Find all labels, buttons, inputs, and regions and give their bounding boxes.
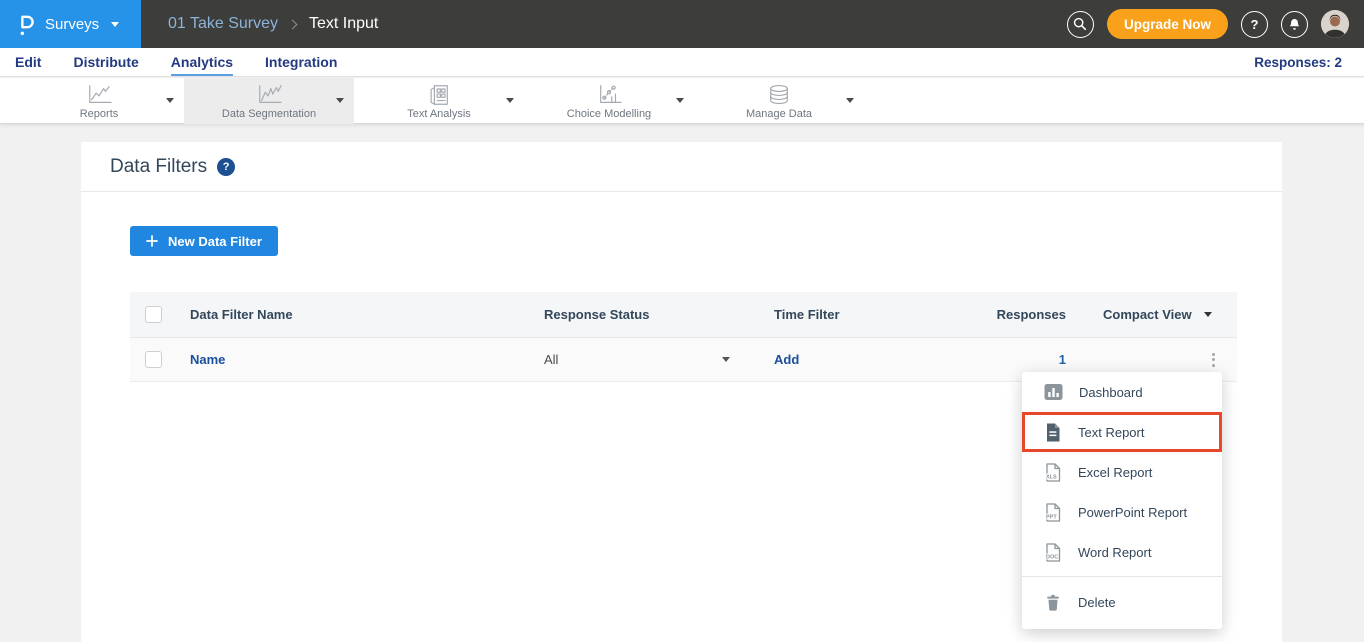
column-header-response-status: Response Status [536, 307, 766, 322]
filter-name-link[interactable]: Name [190, 352, 225, 367]
column-header-name: Data Filter Name [190, 307, 536, 322]
trash-icon [1044, 593, 1062, 612]
response-status-value: All [544, 352, 558, 367]
row-actions-kebab-icon[interactable] [1066, 353, 1237, 367]
row-responses-count[interactable]: 1 [1059, 352, 1066, 367]
reports-dropdown-caret-icon[interactable] [166, 98, 174, 103]
toolbar-item-label: Text Analysis [407, 108, 471, 120]
column-header-time-filter: Time Filter [766, 307, 966, 322]
menu-item-text-report[interactable]: Text Report [1022, 412, 1222, 452]
chevron-down-icon [111, 22, 119, 27]
ppt-file-icon: PPT [1044, 503, 1062, 522]
menu-item-label: Excel Report [1078, 465, 1152, 480]
line-chart-icon [82, 83, 116, 107]
file-type-badge: PPT [1046, 514, 1057, 520]
data-segmentation-dropdown-caret-icon[interactable] [336, 98, 344, 103]
toolbar-item-data-segmentation[interactable]: Data Segmentation [184, 78, 354, 124]
notifications-button[interactable] [1281, 11, 1308, 38]
time-filter-add-link[interactable]: Add [774, 352, 799, 367]
survey-nav-tabs: Edit Distribute Analytics Integration Re… [0, 48, 1364, 77]
manage-data-dropdown-caret-icon[interactable] [846, 98, 854, 103]
app-window: Surveys 01 Take Survey Text Input Upgrad… [0, 0, 1364, 642]
tab-edit[interactable]: Edit [15, 48, 41, 76]
table-header-row: Data Filter Name Response Status Time Fi… [130, 292, 1237, 338]
bell-icon [1287, 17, 1302, 32]
text-analysis-icon [422, 83, 456, 107]
xls-file-icon: XLS [1044, 463, 1062, 482]
response-status-dropdown[interactable]: All [536, 352, 766, 367]
plus-icon [146, 235, 158, 247]
menu-item-label: Text Report [1078, 425, 1144, 440]
menu-item-powerpoint-report[interactable]: PPT PowerPoint Report [1022, 492, 1222, 532]
help-button[interactable]: ? [1241, 11, 1268, 38]
text-report-icon [1044, 423, 1062, 442]
file-type-badge: DOC [1046, 554, 1058, 560]
new-data-filter-label: New Data Filter [168, 234, 262, 249]
menu-item-delete[interactable]: Delete [1022, 577, 1222, 627]
toolbar-item-choice-modelling[interactable]: Choice Modelling [524, 78, 694, 124]
user-avatar[interactable] [1321, 10, 1349, 38]
breadcrumb-survey-link[interactable]: 01 Take Survey [168, 15, 278, 33]
menu-item-label: PowerPoint Report [1078, 505, 1187, 520]
toolbar-item-label: Reports [80, 108, 119, 120]
header-checkbox-cell [130, 306, 190, 323]
chevron-down-icon [1204, 312, 1212, 317]
choice-modelling-icon [592, 83, 626, 107]
upgrade-now-button[interactable]: Upgrade Now [1107, 9, 1228, 39]
product-name: Surveys [45, 16, 99, 33]
doc-file-icon: DOC [1044, 543, 1062, 562]
compact-view-label: Compact View [1103, 307, 1192, 322]
breadcrumb: 01 Take Survey Text Input [168, 15, 378, 33]
menu-item-word-report[interactable]: DOC Word Report [1022, 532, 1222, 572]
row-checkbox[interactable] [145, 351, 162, 368]
choice-modelling-dropdown-caret-icon[interactable] [676, 98, 684, 103]
database-icon [762, 83, 796, 107]
text-analysis-dropdown-caret-icon[interactable] [506, 98, 514, 103]
toolbar-item-reports[interactable]: Reports [14, 78, 184, 124]
menu-item-label: Word Report [1078, 545, 1151, 560]
new-data-filter-button[interactable]: New Data Filter [130, 226, 278, 256]
top-bar: Surveys 01 Take Survey Text Input Upgrad… [0, 0, 1364, 48]
questionpro-logo-icon [16, 11, 36, 38]
data-filters-help-icon[interactable]: ? [217, 158, 235, 176]
compact-view-selector[interactable]: Compact View [1066, 307, 1237, 322]
toolbar-item-label: Manage Data [746, 108, 812, 120]
menu-item-dashboard[interactable]: Dashboard [1022, 372, 1222, 412]
column-header-responses: Responses [966, 307, 1066, 322]
toolbar-item-text-analysis[interactable]: Text Analysis [354, 78, 524, 124]
responses-count: Responses: 2 [1254, 48, 1342, 76]
dashboard-icon [1044, 383, 1063, 401]
segmentation-chart-icon [252, 83, 286, 107]
search-button[interactable] [1067, 11, 1094, 38]
search-icon [1072, 16, 1088, 32]
menu-item-excel-report[interactable]: XLS Excel Report [1022, 452, 1222, 492]
chevron-right-icon [288, 19, 298, 29]
menu-item-label: Dashboard [1079, 385, 1143, 400]
avatar-photo [1321, 10, 1349, 38]
topbar-actions: Upgrade Now ? [1067, 9, 1364, 39]
toolbar-item-label: Choice Modelling [567, 108, 651, 120]
row-actions-menu: Dashboard Text Report XLS Excel Report [1022, 372, 1222, 629]
chevron-down-icon [722, 357, 730, 362]
page-title: Data Filters [110, 156, 207, 178]
tab-analytics[interactable]: Analytics [171, 48, 233, 76]
menu-item-label: Delete [1078, 595, 1116, 610]
file-type-badge: XLS [1046, 474, 1057, 480]
select-all-checkbox[interactable] [145, 306, 162, 323]
analytics-toolbar: Reports Data Segmentation Text Analysis [0, 78, 1364, 124]
tab-integration[interactable]: Integration [265, 48, 337, 76]
data-filters-table: Data Filter Name Response Status Time Fi… [130, 292, 1237, 382]
toolbar-item-manage-data[interactable]: Manage Data [694, 78, 864, 124]
question-mark-icon: ? [1251, 17, 1259, 32]
panel-header: Data Filters ? [81, 142, 1282, 192]
toolbar-item-label: Data Segmentation [222, 108, 316, 120]
tab-distribute[interactable]: Distribute [73, 48, 138, 76]
surveys-menu[interactable]: Surveys [0, 0, 141, 48]
breadcrumb-current-page: Text Input [309, 15, 378, 33]
row-checkbox-cell [130, 351, 190, 368]
